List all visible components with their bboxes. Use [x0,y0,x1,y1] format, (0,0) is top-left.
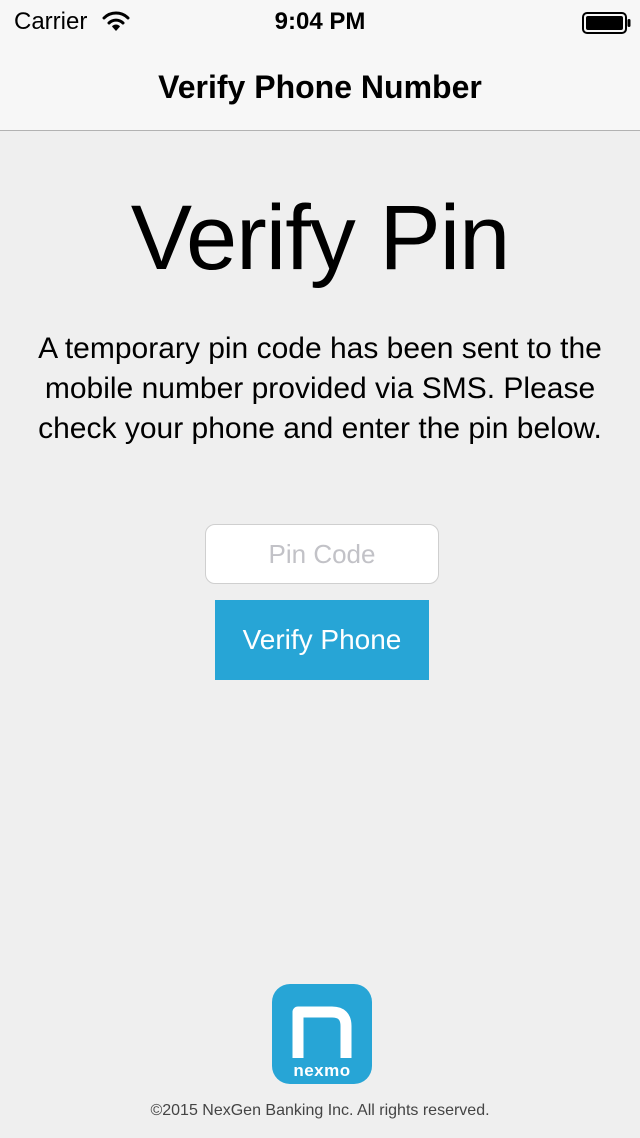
status-bar: Carrier 9:04 PM [0,0,640,44]
pin-code-input[interactable] [205,524,439,584]
svg-text:nexmo: nexmo [293,1061,350,1080]
status-time: 9:04 PM [274,8,366,35]
nav-title: Verify Phone Number [158,69,482,105]
page-title: Verify Pin [130,187,511,289]
battery-icon [582,12,631,34]
verify-phone-button[interactable]: Verify Phone [215,600,429,680]
copyright-text: ©2015 NexGen Banking Inc. All rights res… [150,1102,490,1119]
instructions-text: A temporary pin code has been sent to th… [38,332,602,445]
nexmo-logo: nexmo [272,984,372,1084]
navigation-bar: Verify Phone Number [0,44,640,131]
